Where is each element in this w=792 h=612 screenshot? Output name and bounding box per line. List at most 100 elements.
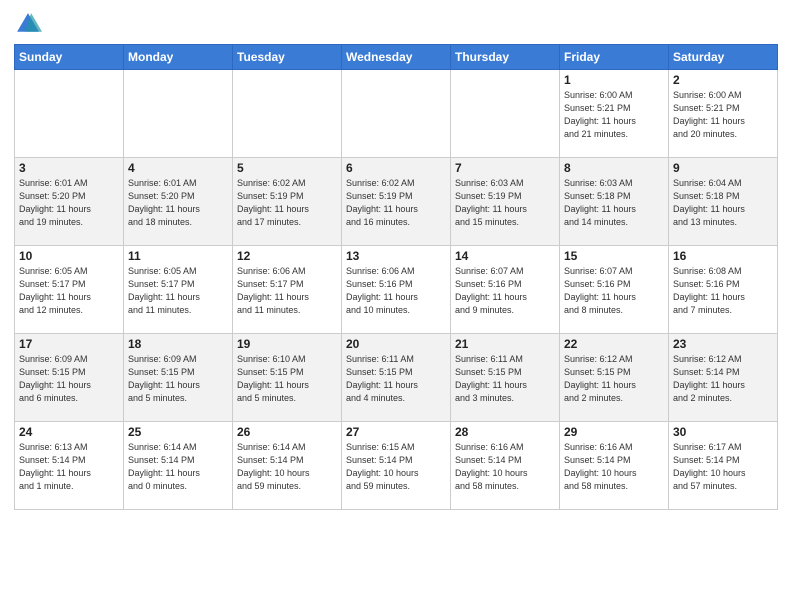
day-info: Sunrise: 6:06 AM Sunset: 5:16 PM Dayligh…: [346, 265, 446, 317]
day-cell: [451, 70, 560, 158]
day-info: Sunrise: 6:12 AM Sunset: 5:14 PM Dayligh…: [673, 353, 773, 405]
day-cell: 22 Sunrise: 6:12 AM Sunset: 5:15 PM Dayli…: [560, 334, 669, 422]
day-info: Sunrise: 6:11 AM Sunset: 5:15 PM Dayligh…: [346, 353, 446, 405]
day-cell: 24Sunrise: 6:13 AM Sunset: 5:14 PM Dayli…: [15, 422, 124, 510]
day-number: 24: [19, 425, 119, 439]
day-cell: 21 Sunrise: 6:11 AM Sunset: 5:15 PM Dayli…: [451, 334, 560, 422]
day-number: 22: [564, 337, 664, 351]
day-header-tuesday: Tuesday: [233, 45, 342, 70]
day-info: Sunrise: 6:17 AM Sunset: 5:14 PM Dayligh…: [673, 441, 773, 493]
day-number: 13: [346, 249, 446, 263]
day-info: Sunrise: 6:08 AM Sunset: 5:16 PM Dayligh…: [673, 265, 773, 317]
day-info: Sunrise: 6:07 AM Sunset: 5:16 PM Dayligh…: [455, 265, 555, 317]
day-info: Sunrise: 6:12 AM Sunset: 5:15 PM Dayligh…: [564, 353, 664, 405]
day-number: 10: [19, 249, 119, 263]
day-info: Sunrise: 6:05 AM Sunset: 5:17 PM Dayligh…: [19, 265, 119, 317]
day-cell: 23 Sunrise: 6:12 AM Sunset: 5:14 PM Dayli…: [669, 334, 778, 422]
day-number: 3: [19, 161, 119, 175]
day-info: Sunrise: 6:16 AM Sunset: 5:14 PM Dayligh…: [564, 441, 664, 493]
day-number: 16: [673, 249, 773, 263]
week-row-2: 3 Sunrise: 6:01 AM Sunset: 5:20 PM Daylig…: [15, 158, 778, 246]
day-cell: 13 Sunrise: 6:06 AM Sunset: 5:16 PM Dayli…: [342, 246, 451, 334]
day-cell: 20Sunrise: 6:11 AM Sunset: 5:15 PM Dayli…: [342, 334, 451, 422]
day-cell: 14Sunrise: 6:07 AM Sunset: 5:16 PM Dayli…: [451, 246, 560, 334]
day-cell: 8 Sunrise: 6:03 AM Sunset: 5:18 PM Daylig…: [560, 158, 669, 246]
header: [14, 10, 778, 38]
day-number: 9: [673, 161, 773, 175]
day-info: Sunrise: 6:16 AM Sunset: 5:14 PM Dayligh…: [455, 441, 555, 493]
day-number: 11: [128, 249, 228, 263]
day-cell: 27 Sunrise: 6:15 AM Sunset: 5:14 PM Dayli…: [342, 422, 451, 510]
day-info: Sunrise: 6:03 AM Sunset: 5:18 PM Dayligh…: [564, 177, 664, 229]
day-number: 7: [455, 161, 555, 175]
day-cell: 3 Sunrise: 6:01 AM Sunset: 5:20 PM Daylig…: [15, 158, 124, 246]
day-info: Sunrise: 6:07 AM Sunset: 5:16 PM Dayligh…: [564, 265, 664, 317]
day-number: 15: [564, 249, 664, 263]
page: SundayMondayTuesdayWednesdayThursdayFrid…: [0, 0, 792, 612]
day-cell: 1Sunrise: 6:00 AM Sunset: 5:21 PM Daylig…: [560, 70, 669, 158]
day-info: Sunrise: 6:11 AM Sunset: 5:15 PM Dayligh…: [455, 353, 555, 405]
day-number: 18: [128, 337, 228, 351]
day-cell: 7 Sunrise: 6:03 AM Sunset: 5:19 PM Daylig…: [451, 158, 560, 246]
day-info: Sunrise: 6:06 AM Sunset: 5:17 PM Dayligh…: [237, 265, 337, 317]
day-number: 25: [128, 425, 228, 439]
calendar-header-row: SundayMondayTuesdayWednesdayThursdayFrid…: [15, 45, 778, 70]
day-number: 8: [564, 161, 664, 175]
day-info: Sunrise: 6:03 AM Sunset: 5:19 PM Dayligh…: [455, 177, 555, 229]
day-cell: 26 Sunrise: 6:14 AM Sunset: 5:14 PM Dayli…: [233, 422, 342, 510]
day-header-thursday: Thursday: [451, 45, 560, 70]
week-row-5: 24Sunrise: 6:13 AM Sunset: 5:14 PM Dayli…: [15, 422, 778, 510]
logo-icon: [14, 10, 42, 38]
day-cell: 2 Sunrise: 6:00 AM Sunset: 5:21 PM Daylig…: [669, 70, 778, 158]
day-info: Sunrise: 6:14 AM Sunset: 5:14 PM Dayligh…: [128, 441, 228, 493]
day-number: 21: [455, 337, 555, 351]
week-row-4: 17Sunrise: 6:09 AM Sunset: 5:15 PM Dayli…: [15, 334, 778, 422]
day-cell: 10 Sunrise: 6:05 AM Sunset: 5:17 PM Dayli…: [15, 246, 124, 334]
day-info: Sunrise: 6:02 AM Sunset: 5:19 PM Dayligh…: [237, 177, 337, 229]
day-number: 12: [237, 249, 337, 263]
day-number: 26: [237, 425, 337, 439]
day-info: Sunrise: 6:09 AM Sunset: 5:15 PM Dayligh…: [128, 353, 228, 405]
day-cell: 6Sunrise: 6:02 AM Sunset: 5:19 PM Daylig…: [342, 158, 451, 246]
day-cell: [15, 70, 124, 158]
day-cell: 12 Sunrise: 6:06 AM Sunset: 5:17 PM Dayli…: [233, 246, 342, 334]
day-cell: 30 Sunrise: 6:17 AM Sunset: 5:14 PM Dayli…: [669, 422, 778, 510]
day-number: 23: [673, 337, 773, 351]
day-number: 4: [128, 161, 228, 175]
day-cell: 4 Sunrise: 6:01 AM Sunset: 5:20 PM Daylig…: [124, 158, 233, 246]
day-info: Sunrise: 6:14 AM Sunset: 5:14 PM Dayligh…: [237, 441, 337, 493]
day-info: Sunrise: 6:09 AM Sunset: 5:15 PM Dayligh…: [19, 353, 119, 405]
day-cell: [342, 70, 451, 158]
day-cell: 19Sunrise: 6:10 AM Sunset: 5:15 PM Dayli…: [233, 334, 342, 422]
day-info: Sunrise: 6:15 AM Sunset: 5:14 PM Dayligh…: [346, 441, 446, 493]
day-info: Sunrise: 6:01 AM Sunset: 5:20 PM Dayligh…: [128, 177, 228, 229]
calendar: SundayMondayTuesdayWednesdayThursdayFrid…: [14, 44, 778, 510]
day-cell: 11Sunrise: 6:05 AM Sunset: 5:17 PM Dayli…: [124, 246, 233, 334]
day-info: Sunrise: 6:01 AM Sunset: 5:20 PM Dayligh…: [19, 177, 119, 229]
day-info: Sunrise: 6:10 AM Sunset: 5:15 PM Dayligh…: [237, 353, 337, 405]
day-header-friday: Friday: [560, 45, 669, 70]
day-cell: 16 Sunrise: 6:08 AM Sunset: 5:16 PM Dayli…: [669, 246, 778, 334]
day-number: 1: [564, 73, 664, 87]
day-cell: 18 Sunrise: 6:09 AM Sunset: 5:15 PM Dayli…: [124, 334, 233, 422]
week-row-1: 1 Sunrise: 6:00 AM Sunset: 5:21 PM Daylig…: [15, 70, 778, 158]
day-cell: 28 Sunrise: 6:16 AM Sunset: 5:14 PM Dayli…: [451, 422, 560, 510]
day-info: Sunrise: 6:04 AM Sunset: 5:18 PM Dayligh…: [673, 177, 773, 229]
day-number: 30: [673, 425, 773, 439]
week-row-3: 10 Sunrise: 6:05 AM Sunset: 5:17 PM Dayli…: [15, 246, 778, 334]
day-number: 2: [673, 73, 773, 87]
day-number: 5: [237, 161, 337, 175]
day-header-monday: Monday: [124, 45, 233, 70]
day-info: Sunrise: 6:02 AM Sunset: 5:19 PM Dayligh…: [346, 177, 446, 229]
day-cell: [124, 70, 233, 158]
day-cell: 15 Sunrise: 6:07 AM Sunset: 5:16 PM Dayli…: [560, 246, 669, 334]
day-header-wednesday: Wednesday: [342, 45, 451, 70]
day-info: Sunrise: 6:00 AM Sunset: 5:21 PM Dayligh…: [673, 89, 773, 141]
day-cell: 5 Sunrise: 6:02 AM Sunset: 5:19 PM Daylig…: [233, 158, 342, 246]
day-cell: 9 Sunrise: 6:04 AM Sunset: 5:18 PM Daylig…: [669, 158, 778, 246]
day-cell: [233, 70, 342, 158]
day-number: 27: [346, 425, 446, 439]
day-number: 29: [564, 425, 664, 439]
day-number: 28: [455, 425, 555, 439]
logo: [14, 10, 46, 38]
